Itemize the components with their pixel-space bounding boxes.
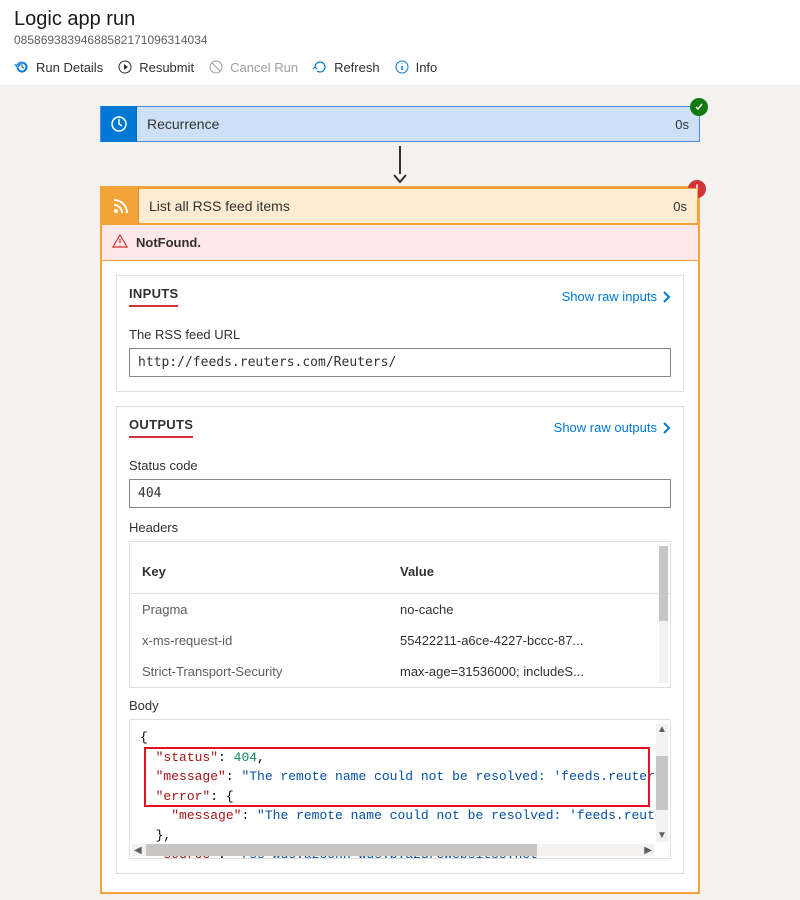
info-icon <box>394 59 410 75</box>
run-details-label: Run Details <box>36 60 103 75</box>
body-label: Body <box>129 698 671 713</box>
run-details-button[interactable]: Run Details <box>14 59 103 75</box>
headers-table: Key Value Pragma no-cache x-ms-request-i… <box>129 541 671 688</box>
step-rss-time: 0s <box>663 199 697 214</box>
clock-icon <box>101 106 137 142</box>
header-key: x-ms-request-id <box>142 633 400 648</box>
step-recurrence-title: Recurrence <box>137 116 665 132</box>
cancel-run-button: Cancel Run <box>208 59 298 75</box>
outputs-title: OUTPUTS <box>129 417 193 438</box>
success-badge-icon <box>690 98 708 116</box>
info-label: Info <box>416 60 438 75</box>
json-key: "error" <box>156 789 211 804</box>
resubmit-label: Resubmit <box>139 60 194 75</box>
body-vertical-scrollbar[interactable]: ▲▼ <box>656 724 668 842</box>
table-row: Strict-Transport-Security max-age=315360… <box>130 656 670 687</box>
status-code-label: Status code <box>129 458 671 473</box>
refresh-icon <box>312 59 328 75</box>
outputs-section: OUTPUTS Show raw outputs Status code Hea… <box>116 406 684 874</box>
json-key: "message" <box>171 808 241 823</box>
inputs-section: INPUTS Show raw inputs The RSS feed URL <box>116 275 684 392</box>
show-raw-outputs-label: Show raw outputs <box>554 420 657 435</box>
refresh-label: Refresh <box>334 60 380 75</box>
json-brace: }, <box>156 828 172 843</box>
warning-icon <box>112 233 128 252</box>
rss-icon <box>103 188 139 224</box>
step-rss-title: List all RSS feed items <box>139 198 663 214</box>
rss-url-label: The RSS feed URL <box>129 327 671 342</box>
show-raw-inputs-link[interactable]: Show raw inputs <box>562 289 671 304</box>
refresh-button[interactable]: Refresh <box>312 59 380 75</box>
header-value: no-cache <box>400 602 658 617</box>
step-recurrence-time: 0s <box>665 117 699 132</box>
header-value: max-age=31536000; includeS... <box>400 664 658 679</box>
header-value: 55422211-a6ce-4227-bccc-87... <box>400 633 658 648</box>
show-raw-inputs-label: Show raw inputs <box>562 289 657 304</box>
header-key: Pragma <box>142 602 400 617</box>
headers-col-key: Key <box>142 564 400 579</box>
headers-label: Headers <box>129 520 671 535</box>
run-id: 08586938394688582171096314034 <box>14 33 786 47</box>
step-rss-card: ! List all RSS feed items 0s NotFound. <box>100 186 700 894</box>
rss-url-input[interactable] <box>129 348 671 377</box>
connector-arrow <box>393 142 407 186</box>
step-recurrence[interactable]: Recurrence 0s <box>100 106 700 142</box>
headers-scrollbar[interactable] <box>659 546 668 683</box>
page-title: Logic app run <box>14 8 786 31</box>
json-string: "The remote name could not be resolved: … <box>257 808 663 823</box>
cancel-icon <box>208 59 224 75</box>
json-key: "status" <box>156 750 218 765</box>
show-raw-outputs-link[interactable]: Show raw outputs <box>554 420 671 435</box>
json-string: "The remote name could not be resolved: … <box>241 769 662 784</box>
table-row: Pragma no-cache <box>130 594 670 625</box>
error-message: NotFound. <box>136 235 201 250</box>
info-button[interactable]: Info <box>394 59 438 75</box>
chevron-right-icon <box>661 422 671 434</box>
toolbar: Run Details Resubmit Cancel Run Refresh … <box>0 51 800 86</box>
header-key: Strict-Transport-Security <box>142 664 400 679</box>
body-horizontal-scrollbar[interactable]: ◀▶ <box>132 844 654 856</box>
json-brace: { <box>140 730 148 745</box>
status-code-input[interactable] <box>129 479 671 508</box>
json-key: "message" <box>156 769 226 784</box>
json-number: 404 <box>234 750 257 765</box>
headers-col-value: Value <box>400 564 658 579</box>
history-icon <box>14 59 30 75</box>
body-viewer[interactable]: ▲▼ ◀▶ { "status": 404, "message": "The r… <box>129 719 671 859</box>
cancel-run-label: Cancel Run <box>230 60 298 75</box>
table-row: x-ms-request-id 55422211-a6ce-4227-bccc-… <box>130 625 670 656</box>
inputs-title: INPUTS <box>129 286 178 307</box>
chevron-right-icon <box>661 291 671 303</box>
step-rss-header[interactable]: List all RSS feed items 0s <box>102 188 698 224</box>
error-strip: NotFound. <box>102 224 698 261</box>
resubmit-icon <box>117 59 133 75</box>
resubmit-button[interactable]: Resubmit <box>117 59 194 75</box>
